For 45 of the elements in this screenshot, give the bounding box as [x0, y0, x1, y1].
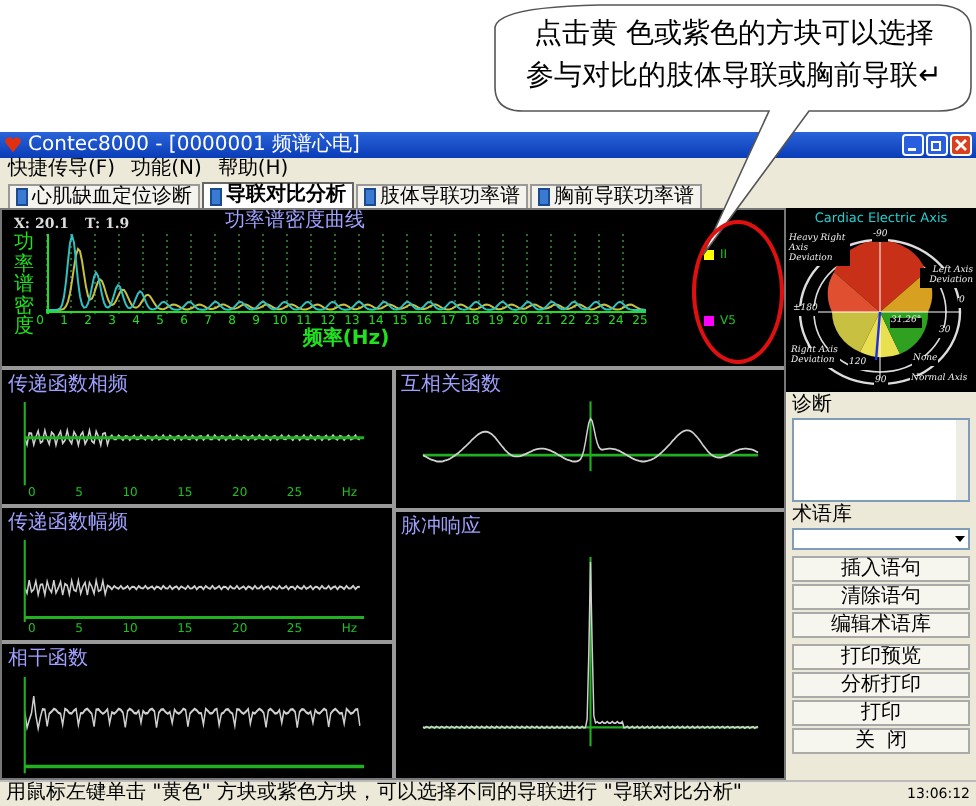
plot-title: 传递函数相频	[8, 374, 130, 396]
field-label: 术语库	[792, 504, 854, 526]
restore-icon	[930, 138, 944, 152]
chart-title: 功率谱密度曲线	[225, 212, 366, 232]
close-button[interactable]	[950, 134, 972, 156]
document-icon	[364, 188, 376, 206]
status-message: 用鼠标左键单击 "黄色" 方块或紫色方块，可以选择不同的导联进行 "导联对比分析"	[6, 784, 742, 804]
lead-marker[interactable]	[704, 316, 714, 326]
action-button[interactable]: 关 闭	[792, 728, 970, 754]
callout-text: 参与对比的肢体导联或胸前导联↵	[526, 58, 942, 94]
plot-title: 相干函数	[8, 648, 90, 671]
action-button[interactable]: 分析打印	[792, 672, 970, 698]
diagnosis-field[interactable]	[792, 418, 970, 502]
tab[interactable]: 胸前导联功率谱	[530, 184, 702, 208]
document-icon	[16, 188, 28, 206]
menu-item[interactable]: 功能(N)	[131, 160, 202, 180]
scrollbar[interactable]	[956, 420, 968, 500]
callout-text: 点击黄 色或紫色的方块可以选择	[533, 16, 935, 52]
plot-title: 互相关函数	[401, 374, 503, 396]
lead-marker[interactable]	[704, 250, 714, 260]
minimize-button[interactable]	[902, 134, 924, 156]
action-button[interactable]: 清除语句	[792, 584, 970, 610]
menu-item[interactable]: 帮助(H)	[217, 160, 289, 180]
plot-title: 脉冲响应	[401, 515, 483, 538]
highlight-ellipse	[692, 220, 784, 364]
tab[interactable]: 导联对比分析	[202, 182, 354, 208]
menu-item[interactable]: 快捷传导(F)	[8, 160, 116, 180]
tab[interactable]: 肢体导联功率谱	[356, 184, 528, 208]
close-icon	[954, 138, 968, 152]
heart-icon	[4, 136, 22, 154]
plot-title: 传递函数幅频	[8, 511, 130, 534]
action-button[interactable]: 插入语句	[792, 556, 970, 582]
caret-icon	[954, 534, 966, 544]
axis-label: 功率谱密度	[14, 234, 34, 342]
action-button[interactable]: 编辑术语库	[792, 612, 970, 638]
phrase-dropdown[interactable]	[792, 528, 970, 550]
action-button[interactable]: 打印	[792, 700, 970, 726]
restore-button[interactable]	[926, 134, 948, 156]
window-title: Contec8000 - [0000001 频谱心电]	[28, 135, 362, 155]
action-button[interactable]: 打印预览	[792, 644, 970, 670]
field-label: 诊断	[792, 394, 834, 416]
tab[interactable]: 心肌缺血定位诊断	[8, 184, 200, 208]
document-icon	[210, 187, 222, 205]
axis-label: 频率(Hz)	[302, 328, 390, 350]
document-icon	[538, 188, 550, 206]
